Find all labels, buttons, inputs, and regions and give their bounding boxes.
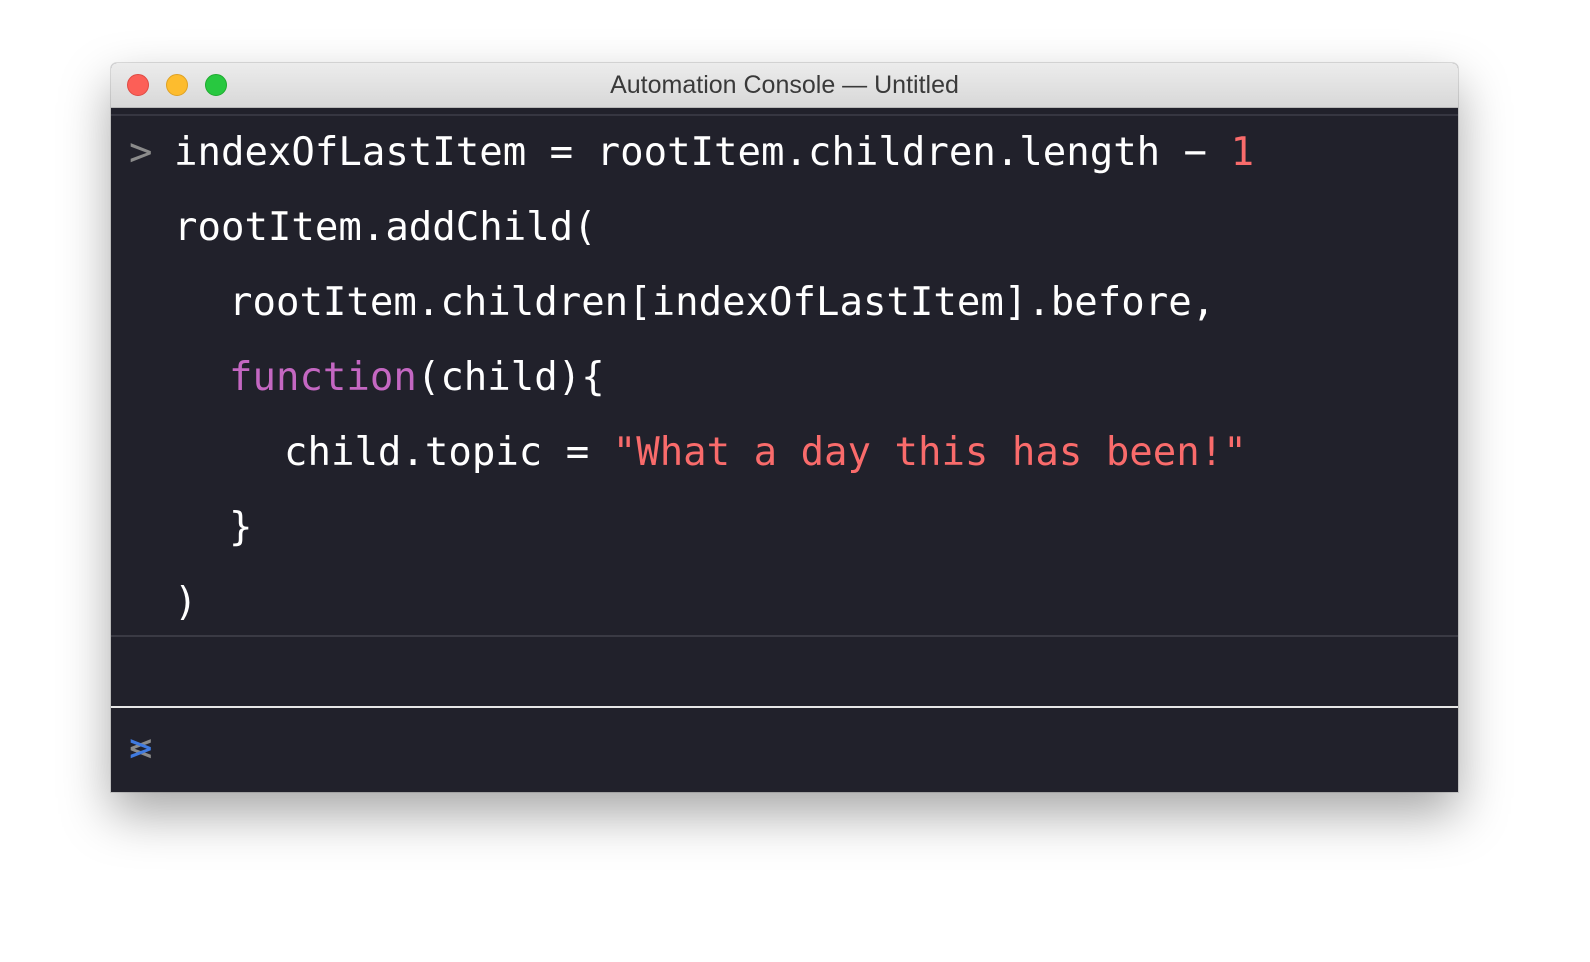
- console-input[interactable]: [171, 718, 1448, 780]
- token-plain: ): [174, 580, 198, 625]
- code-line: child.topic = "What a day this has been!…: [111, 415, 1458, 490]
- result-text: [object Item]: [174, 786, 479, 792]
- code-text: child.topic = "What a day this has been!…: [284, 415, 1247, 490]
- code-text: function(child){: [229, 340, 605, 415]
- token-plain: (child){: [416, 355, 605, 400]
- window-title: Automation Console — Untitled: [610, 71, 959, 99]
- code-line: > indexOfLastItem = rootItem.children.len…: [111, 115, 1458, 190]
- token-plain: rootItem.addChild(: [174, 205, 597, 250]
- code-line: rootItem.addChild(: [111, 190, 1458, 265]
- token-plain: child.topic =: [284, 430, 613, 475]
- code-text: indexOfLastItem = rootItem.children.leng…: [174, 115, 1254, 190]
- input-chevron-icon: >: [129, 726, 153, 771]
- token-plain: rootItem.children[indexOfLastItem].befor…: [229, 280, 1216, 325]
- console-result: < [object Item]: [111, 636, 1458, 771]
- automation-console-window: Automation Console — Untitled > indexOfLa…: [111, 63, 1458, 792]
- token-number: 1: [1230, 130, 1255, 175]
- code-line: function(child){: [111, 340, 1458, 415]
- code-line: ): [111, 565, 1458, 640]
- code-line: }: [111, 490, 1458, 565]
- input-divider: [111, 706, 1458, 708]
- token-plain: }: [229, 505, 253, 550]
- history-chevron-icon: >: [129, 130, 153, 175]
- code-text: rootItem.addChild(: [174, 190, 597, 265]
- code-line: rootItem.children[indexOfLastItem].befor…: [111, 265, 1458, 340]
- token-string: "What a day this has been!": [612, 430, 1247, 475]
- title-bar[interactable]: Automation Console — Untitled: [111, 63, 1458, 108]
- token-plain: indexOfLastItem = rootItem.children.leng…: [174, 130, 1231, 175]
- code-text: ): [174, 565, 197, 640]
- token-keyword: function: [229, 355, 417, 400]
- code-text: }: [229, 490, 252, 565]
- code-text: rootItem.children[indexOfLastItem].befor…: [229, 265, 1215, 340]
